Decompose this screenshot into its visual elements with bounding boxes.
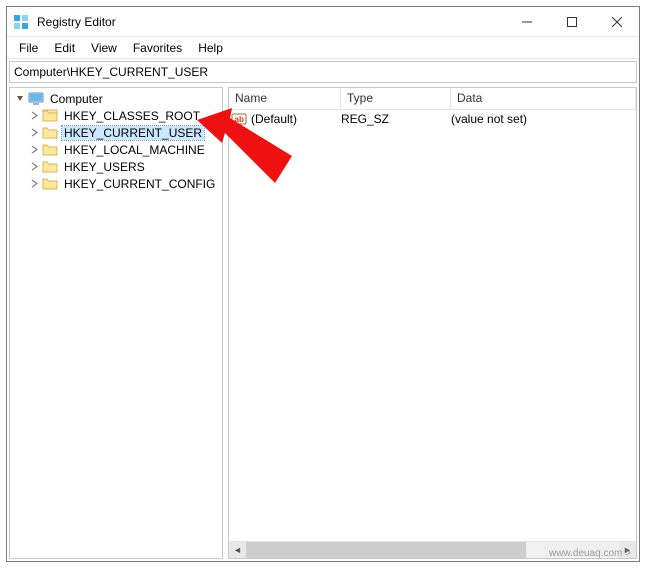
folder-icon — [42, 109, 58, 123]
string-value-icon: ab — [231, 111, 247, 127]
tree-node-hkey-local-machine[interactable]: HKEY_LOCAL_MACHINE — [10, 141, 222, 158]
address-bar[interactable]: Computer\HKEY_CURRENT_USER — [9, 61, 637, 83]
list-body[interactable]: ab (Default) REG_SZ (value not set) — [229, 110, 636, 541]
column-header-type[interactable]: Type — [341, 88, 451, 109]
tree-node-label: HKEY_USERS — [62, 160, 147, 174]
tree-node-label: HKEY_CLASSES_ROOT — [62, 109, 202, 123]
tree-pane[interactable]: Computer HKEY_CLASSES_ROOT HKEY_CURREN — [9, 87, 223, 559]
folder-icon — [42, 160, 58, 174]
column-header-name[interactable]: Name — [229, 88, 341, 109]
maximize-button[interactable] — [549, 7, 594, 36]
tree-node-label: HKEY_CURRENT_USER — [62, 126, 204, 140]
minimize-button[interactable] — [504, 7, 549, 36]
registry-editor-window: Registry Editor File Edit View Favorites… — [6, 6, 640, 562]
list-row[interactable]: ab (Default) REG_SZ (value not set) — [229, 110, 636, 128]
tree-node-label: Computer — [48, 92, 105, 106]
chevron-right-icon[interactable] — [28, 161, 40, 173]
svg-text:ab: ab — [235, 115, 244, 124]
menu-favorites[interactable]: Favorites — [125, 39, 190, 57]
menubar: File Edit View Favorites Help — [7, 37, 639, 59]
column-header-data[interactable]: Data — [451, 88, 636, 109]
address-path: Computer\HKEY_CURRENT_USER — [14, 65, 208, 79]
menu-view[interactable]: View — [83, 39, 125, 57]
tree-node-label: HKEY_CURRENT_CONFIG — [62, 177, 217, 191]
computer-icon — [28, 92, 44, 106]
window-controls — [504, 7, 639, 36]
menu-help[interactable]: Help — [190, 39, 231, 57]
value-name: (Default) — [251, 112, 341, 126]
titlebar: Registry Editor — [7, 7, 639, 37]
tree-node-hkey-classes-root[interactable]: HKEY_CLASSES_ROOT — [10, 107, 222, 124]
list-pane: Name Type Data ab (Default) REG_SZ (valu… — [228, 87, 637, 559]
chevron-right-icon[interactable] — [28, 110, 40, 122]
scroll-thumb[interactable] — [246, 542, 526, 558]
tree-node-label: HKEY_LOCAL_MACHINE — [62, 143, 207, 157]
watermark: www.deuaq.com > — [549, 548, 631, 559]
tree-node-hkey-users[interactable]: HKEY_USERS — [10, 158, 222, 175]
value-type: REG_SZ — [341, 112, 451, 126]
menu-file[interactable]: File — [11, 39, 46, 57]
chevron-right-icon[interactable] — [28, 178, 40, 190]
folder-icon — [42, 143, 58, 157]
tree-node-computer[interactable]: Computer — [10, 90, 222, 107]
chevron-right-icon[interactable] — [28, 144, 40, 156]
tree-node-hkey-current-config[interactable]: HKEY_CURRENT_CONFIG — [10, 175, 222, 192]
chevron-down-icon[interactable] — [14, 93, 26, 105]
scroll-left-arrow-icon[interactable]: ◄ — [229, 542, 246, 559]
chevron-right-icon[interactable] — [28, 127, 40, 139]
menu-edit[interactable]: Edit — [46, 39, 83, 57]
folder-icon — [42, 177, 58, 191]
content-area: Computer HKEY_CLASSES_ROOT HKEY_CURREN — [9, 87, 637, 559]
app-icon — [13, 14, 29, 30]
window-title: Registry Editor — [37, 15, 116, 29]
list-header: Name Type Data — [229, 88, 636, 110]
value-data: (value not set) — [451, 112, 636, 126]
folder-icon — [42, 126, 58, 140]
close-button[interactable] — [594, 7, 639, 36]
tree-node-hkey-current-user[interactable]: HKEY_CURRENT_USER — [10, 124, 222, 141]
